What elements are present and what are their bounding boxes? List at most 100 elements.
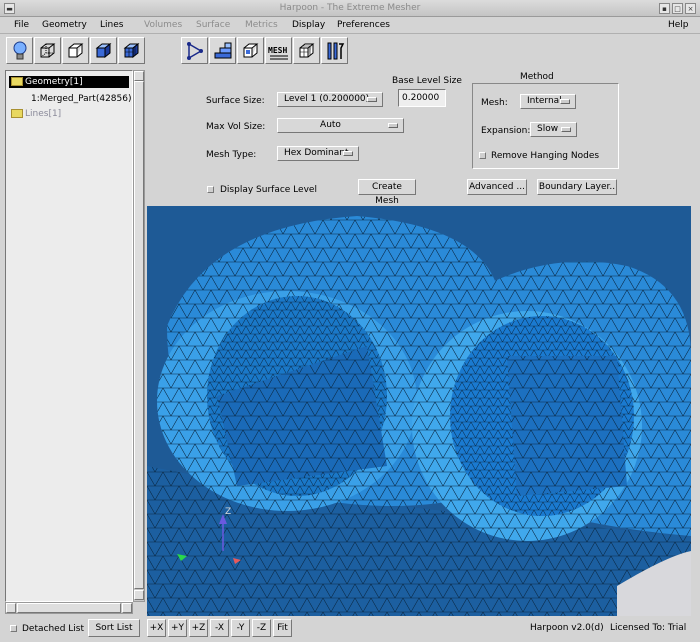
- cube-shaded-icon: [95, 42, 112, 59]
- tree-item-geometry[interactable]: Geometry[1]: [9, 76, 129, 88]
- tree-item-label: Lines[1]: [25, 109, 62, 119]
- tree-item-label: Geometry[1]: [25, 77, 83, 87]
- layers-icon: [214, 42, 232, 59]
- surface-size-label: Surface Size:: [206, 96, 265, 106]
- method-title: Method: [520, 72, 554, 82]
- dropdown-indicator-icon: [561, 127, 571, 132]
- toolbar-tools-button[interactable]: [321, 37, 348, 64]
- expansion-label: Expansion:: [481, 126, 531, 136]
- bulb-icon: [13, 41, 27, 60]
- axis-z-label: Z: [225, 507, 231, 517]
- scroll-right-arrow-icon[interactable]: [122, 603, 132, 613]
- toolbar-outline-cube-button[interactable]: [62, 37, 89, 64]
- view-minus-x-button[interactable]: -X: [210, 619, 229, 637]
- dropdown-indicator-icon: [388, 123, 398, 128]
- surface-size-value: Level 1 (0.200000): [284, 94, 370, 104]
- toolbar-bulb-button[interactable]: [6, 37, 33, 64]
- mesh-icon: MESH: [268, 46, 288, 60]
- menu-display[interactable]: Display: [292, 20, 325, 30]
- display-surface-level-label: Display Surface Level: [220, 185, 317, 195]
- toolbar-select-cube-button[interactable]: [237, 37, 264, 64]
- menu-file[interactable]: File: [14, 20, 29, 30]
- view-plus-x-button[interactable]: +X: [147, 619, 166, 637]
- tools-icon: [327, 42, 345, 60]
- create-mesh-button[interactable]: Create Mesh: [358, 179, 416, 206]
- menu-geometry[interactable]: Geometry: [42, 20, 87, 30]
- grid-cube-icon: [299, 43, 315, 58]
- mesh-type-dropdown[interactable]: Hex Dominant: [277, 146, 359, 161]
- surface-size-dropdown[interactable]: Level 1 (0.200000): [277, 92, 383, 107]
- view-plus-z-button[interactable]: +Z: [189, 619, 208, 637]
- toolbar-mesh-button[interactable]: MESH: [265, 37, 292, 64]
- display-surface-level-checkbox[interactable]: [207, 186, 214, 193]
- menu-help[interactable]: Help: [668, 20, 689, 30]
- minimize-icon[interactable]: ▪: [659, 3, 670, 14]
- dropdown-indicator-icon: [367, 97, 377, 102]
- mesh-viewport[interactable]: Z: [147, 206, 691, 616]
- toolbar-nodes-button[interactable]: [181, 37, 208, 64]
- method-mesh-dropdown[interactable]: Internal: [520, 94, 576, 109]
- remove-hanging-nodes-checkbox[interactable]: [479, 152, 486, 159]
- cube-wire-icon: [40, 43, 56, 58]
- menu-preferences[interactable]: Preferences: [337, 20, 390, 30]
- status-bar: Detached List Sort List +X +Y +Z -X -Y -…: [0, 616, 700, 642]
- view-plus-y-button[interactable]: +Y: [168, 619, 187, 637]
- mesh-type-value: Hex Dominant: [284, 148, 349, 158]
- boundary-layer-button[interactable]: Boundary Layer..: [537, 179, 617, 195]
- scroll-left-arrow-icon[interactable]: [6, 603, 16, 613]
- max-vol-size-value: Auto: [320, 120, 341, 130]
- detached-list-label: Detached List: [22, 624, 85, 634]
- menu-volumes[interactable]: Volumes: [144, 20, 182, 30]
- menu-surface[interactable]: Surface: [196, 20, 230, 30]
- scroll-thumb[interactable]: [17, 603, 121, 613]
- version-text: Harpoon v2.0(d): [530, 623, 604, 633]
- remove-hanging-nodes-label: Remove Hanging Nodes: [491, 151, 600, 161]
- view-minus-z-button[interactable]: -Z: [252, 619, 271, 637]
- tree-horizontal-scrollbar[interactable]: [5, 602, 133, 614]
- expansion-value: Slow: [537, 124, 559, 134]
- cube-mesh-icon: [123, 42, 140, 59]
- folder-icon: [11, 109, 23, 118]
- tree-vertical-scrollbar[interactable]: [133, 70, 145, 602]
- toolbar-grid-cube-button[interactable]: [293, 37, 320, 64]
- expansion-dropdown[interactable]: Slow: [530, 122, 577, 137]
- mesh-type-label: Mesh Type:: [206, 150, 257, 160]
- tree-item-merged-part[interactable]: 1:Merged_Part(42856): [31, 94, 132, 104]
- geometry-tree[interactable]: Geometry[1] 1:Merged_Part(42856) Lines[1…: [5, 70, 133, 602]
- view-fit-button[interactable]: Fit: [273, 619, 292, 637]
- menu-lines[interactable]: Lines: [100, 20, 123, 30]
- folder-open-icon: [11, 77, 23, 86]
- cube-select-icon: [243, 43, 259, 58]
- toolbar: MESH: [0, 34, 700, 68]
- advanced-button[interactable]: Advanced ...: [467, 179, 527, 195]
- menu-bar: File Geometry Lines Volumes Surface Metr…: [0, 17, 700, 34]
- method-mesh-value: Internal: [527, 96, 562, 106]
- toolbar-layers-button[interactable]: [209, 37, 236, 64]
- close-icon[interactable]: ×: [685, 3, 696, 14]
- maximize-icon[interactable]: □: [672, 3, 683, 14]
- nodes-icon: [187, 42, 203, 60]
- scroll-down-arrow-icon[interactable]: [134, 590, 144, 600]
- view-minus-y-button[interactable]: -Y: [231, 619, 250, 637]
- base-level-size-label: Base Level Size: [392, 76, 462, 86]
- scroll-thumb[interactable]: [134, 81, 144, 589]
- max-vol-size-dropdown[interactable]: Auto: [277, 118, 404, 133]
- cube-outline-icon: [68, 43, 84, 58]
- mesh-label: MESH: [268, 46, 287, 55]
- base-level-size-input[interactable]: 0.20000: [398, 89, 446, 107]
- tree-item-lines[interactable]: Lines[1]: [11, 109, 61, 119]
- dropdown-indicator-icon: [560, 99, 570, 104]
- menu-metrics[interactable]: Metrics: [245, 20, 278, 30]
- method-mesh-label: Mesh:: [481, 98, 508, 108]
- scroll-up-arrow-icon[interactable]: [134, 71, 144, 81]
- window-title: Harpoon - The Extreme Mesher: [279, 3, 421, 13]
- detached-list-checkbox[interactable]: [10, 625, 17, 632]
- license-text: Licensed To: Trial: [610, 623, 687, 633]
- sort-list-button[interactable]: Sort List: [88, 619, 140, 637]
- toolbar-wire-cube-button[interactable]: [34, 37, 61, 64]
- title-bar: ▬ Harpoon - The Extreme Mesher ▪ □ ×: [0, 0, 700, 17]
- toolbar-shaded-cube-button[interactable]: [90, 37, 117, 64]
- mesh-render: Z: [147, 206, 691, 616]
- dropdown-indicator-icon: [343, 151, 353, 156]
- toolbar-mesh-cube-button[interactable]: [118, 37, 145, 64]
